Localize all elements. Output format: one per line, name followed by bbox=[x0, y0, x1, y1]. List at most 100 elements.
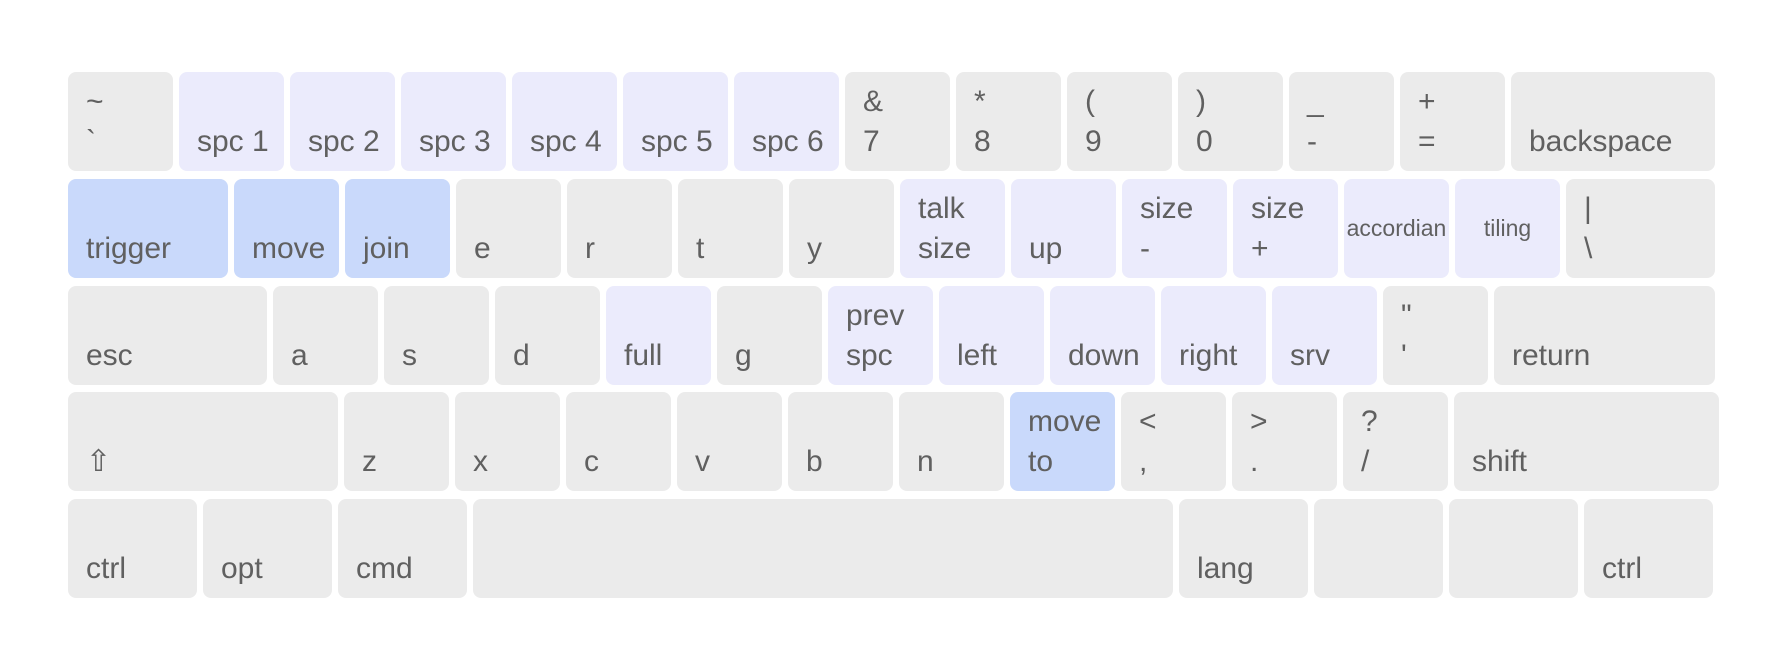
keyboard-layout: ~ ` spc 1 spc 2 spc 3 spc 4 spc 5 spc 6 & 7 * 8(9) 0… bbox=[0, 0, 1784, 670]
key-s[interactable]: s bbox=[384, 286, 489, 385]
key-2[interactable]: spc 2 bbox=[290, 72, 395, 171]
key-label-bottom: z bbox=[362, 445, 377, 478]
key-label-bottom: y bbox=[807, 232, 822, 265]
key-c[interactable]: c bbox=[566, 392, 671, 491]
key-lbracket[interactable]: accordian bbox=[1344, 179, 1449, 278]
key-label-bottom: v bbox=[695, 445, 710, 478]
key-label-bottom: esc bbox=[86, 339, 133, 372]
key-3[interactable]: spc 3 bbox=[401, 72, 506, 171]
key-label-top: " bbox=[1401, 299, 1412, 332]
key-label-bottom: srv bbox=[1290, 339, 1330, 372]
key-label-bottom: . bbox=[1250, 445, 1259, 478]
key-n[interactable]: n bbox=[899, 392, 1004, 491]
key-0[interactable]: ) 0 bbox=[1178, 72, 1283, 171]
key-tab[interactable]: trigger bbox=[68, 179, 228, 278]
key-q[interactable]: move bbox=[234, 179, 339, 278]
key-e[interactable]: e bbox=[456, 179, 561, 278]
key-label-bottom: trigger bbox=[86, 232, 172, 265]
key-backtick[interactable]: ~ ` bbox=[68, 72, 173, 171]
key-label-bottom: right bbox=[1179, 339, 1238, 372]
key-backslash[interactable]: | \ bbox=[1566, 179, 1715, 278]
key-caps[interactable]: esc bbox=[68, 286, 267, 385]
key-blank2[interactable] bbox=[1449, 499, 1578, 598]
key-1[interactable]: spc 1 bbox=[179, 72, 284, 171]
key-w[interactable]: join bbox=[345, 179, 450, 278]
key-label-top: ( bbox=[1085, 85, 1095, 118]
key-8[interactable]: * 8 bbox=[956, 72, 1061, 171]
key-label-bottom: c bbox=[584, 445, 599, 478]
key-label-bottom: 8 bbox=[974, 125, 991, 158]
key-z[interactable]: z bbox=[344, 392, 449, 491]
key-semicolon[interactable]: srv bbox=[1272, 286, 1377, 385]
key-v[interactable]: v bbox=[677, 392, 782, 491]
shift-arrow-icon: ⇧ bbox=[86, 445, 112, 478]
key-label-bottom: - bbox=[1307, 125, 1317, 158]
key-label-bottom: r bbox=[585, 232, 595, 265]
key-rbracket[interactable]: tiling bbox=[1455, 179, 1560, 278]
key-u[interactable]: talk size bbox=[900, 179, 1005, 278]
key-7[interactable]: & 7 bbox=[845, 72, 950, 171]
key-o[interactable]: size - bbox=[1122, 179, 1227, 278]
key-space[interactable] bbox=[473, 499, 1173, 598]
key-h[interactable]: prev spc bbox=[828, 286, 933, 385]
key-slash[interactable]: ? / bbox=[1343, 392, 1448, 491]
key-label-bottom: backspace bbox=[1529, 125, 1673, 158]
key-label-top: ~ bbox=[86, 85, 104, 118]
key-i[interactable]: up bbox=[1011, 179, 1116, 278]
key-label-bottom: ` bbox=[86, 125, 96, 158]
key-r[interactable]: r bbox=[567, 179, 672, 278]
key-f[interactable]: full bbox=[606, 286, 711, 385]
key-5[interactable]: spc 5 bbox=[623, 72, 728, 171]
key-l[interactable]: right bbox=[1161, 286, 1266, 385]
key-comma[interactable]: <, bbox=[1121, 392, 1226, 491]
key-j[interactable]: left bbox=[939, 286, 1044, 385]
key-label-bottom: size bbox=[918, 232, 972, 265]
key-lopt[interactable]: opt bbox=[203, 499, 332, 598]
key-minus[interactable]: _ - bbox=[1289, 72, 1394, 171]
key-lshift[interactable]: ⇧ bbox=[68, 392, 338, 491]
key-m[interactable]: move to bbox=[1010, 392, 1115, 491]
key-label-top: ? bbox=[1361, 405, 1378, 438]
key-label-bottom: ctrl bbox=[86, 552, 126, 585]
key-return[interactable]: return bbox=[1494, 286, 1715, 385]
key-p[interactable]: size + bbox=[1233, 179, 1338, 278]
key-backspace[interactable]: backspace bbox=[1511, 72, 1715, 171]
key-label-bottom: s bbox=[402, 339, 417, 372]
key-rshift[interactable]: shift bbox=[1454, 392, 1719, 491]
key-6[interactable]: spc 6 bbox=[734, 72, 839, 171]
key-label-bottom: spc 4 bbox=[530, 125, 602, 158]
key-b[interactable]: b bbox=[788, 392, 893, 491]
key-label-bottom: 7 bbox=[863, 125, 880, 158]
key-period[interactable]: >. bbox=[1232, 392, 1337, 491]
key-quote[interactable]: " ' bbox=[1383, 286, 1488, 385]
key-rctrl[interactable]: ctrl bbox=[1584, 499, 1713, 598]
key-y[interactable]: y bbox=[789, 179, 894, 278]
key-label-top: & bbox=[863, 85, 884, 118]
key-x[interactable]: x bbox=[455, 392, 560, 491]
key-label-bottom: spc 6 bbox=[752, 125, 824, 158]
key-label-bottom: full bbox=[624, 339, 663, 372]
key-d[interactable]: d bbox=[495, 286, 600, 385]
key-blank1[interactable] bbox=[1314, 499, 1443, 598]
key-t[interactable]: t bbox=[678, 179, 783, 278]
key-label-bottom: n bbox=[917, 445, 934, 478]
key-equals[interactable]: + = bbox=[1400, 72, 1505, 171]
key-9[interactable]: (9 bbox=[1067, 72, 1172, 171]
key-lctrl[interactable]: ctrl bbox=[68, 499, 197, 598]
key-lcmd[interactable]: cmd bbox=[338, 499, 467, 598]
key-label-top: move bbox=[1028, 405, 1102, 438]
key-lang[interactable]: lang bbox=[1179, 499, 1308, 598]
key-label-bottom: 0 bbox=[1196, 125, 1213, 158]
key-label-bottom: \ bbox=[1584, 232, 1593, 265]
key-k[interactable]: down bbox=[1050, 286, 1155, 385]
key-g[interactable]: g bbox=[717, 286, 822, 385]
key-label-bottom: join bbox=[363, 232, 410, 265]
key-label-bottom: cmd bbox=[356, 552, 413, 585]
key-label-top: _ bbox=[1307, 85, 1324, 118]
key-label-bottom: spc bbox=[846, 339, 893, 372]
key-4[interactable]: spc 4 bbox=[512, 72, 617, 171]
key-a[interactable]: a bbox=[273, 286, 378, 385]
key-label-bottom: / bbox=[1361, 445, 1370, 478]
key-label-bottom: = bbox=[1418, 125, 1436, 158]
key-label-bottom: left bbox=[957, 339, 998, 372]
